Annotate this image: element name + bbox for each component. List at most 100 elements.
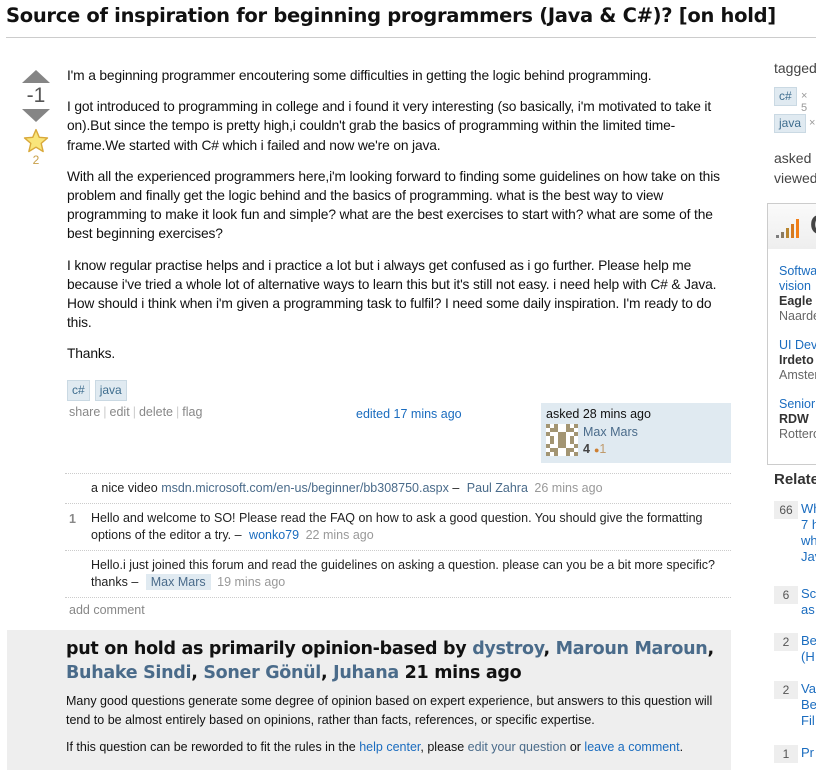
related-count: 2 (774, 633, 798, 651)
on-hold-prefix: put on hold as primarily opinion-based b… (66, 639, 473, 659)
edit-question-link[interactable]: edit your question (468, 740, 567, 754)
question-title[interactable]: Source of inspiration for beginning prog… (6, 4, 776, 27)
related-title-line: 7 h (801, 517, 816, 532)
related-count: 2 (774, 681, 798, 699)
related-title[interactable]: Pr (801, 745, 814, 761)
body-paragraph: I got introduced to programming in colle… (67, 99, 712, 153)
menu-separator: | (132, 405, 136, 419)
body-paragraph: I'm a beginning programmer encoutering s… (67, 68, 652, 83)
reword-text: or (566, 740, 585, 754)
comment-text: Hello and welcome to SO! Please read the… (91, 511, 703, 542)
job-company: Eagle V (779, 294, 816, 308)
related-title[interactable]: Wh 7 h wh Jav (801, 501, 816, 565)
favorite-count: 2 (32, 153, 40, 167)
help-center-link[interactable]: help center (359, 740, 420, 754)
share-link[interactable]: share (69, 405, 100, 419)
sidebar-viewed-label: viewed (774, 170, 816, 186)
edit-link[interactable]: edit (110, 405, 130, 419)
job-listing[interactable]: Softwa vision Eagle V Naarde (779, 264, 816, 324)
job-company: Irdeto (779, 353, 814, 367)
on-hold-reword: If this question can be reworded to fit … (66, 740, 736, 754)
related-heading: Relate (774, 471, 816, 488)
closer-link[interactable]: Soner Gönül (203, 663, 321, 683)
tag-csharp[interactable]: c# (67, 379, 90, 401)
upvote-arrow-icon[interactable] (22, 70, 50, 83)
flag-link[interactable]: flag (182, 405, 202, 419)
job-title[interactable]: Softwa (779, 264, 816, 279)
job-location: Naarde (779, 309, 816, 323)
job-title[interactable]: UI Dev (779, 338, 816, 353)
careers-logo-text: C (810, 209, 816, 241)
job-location: Amster (779, 368, 816, 382)
on-hold-time: 21 mins ago (404, 663, 522, 683)
bronze-badge-count: 1 (599, 442, 607, 456)
sidebar-asked-label: asked (774, 150, 812, 166)
closer-link[interactable]: Maroun Maroun (556, 639, 708, 659)
careers-header: C (768, 204, 816, 249)
reputation-score: 4 (583, 442, 590, 456)
job-company: RDW (779, 412, 809, 426)
related-title[interactable]: Va Be Fil (801, 681, 816, 729)
sidebar-tag-java[interactable]: java (774, 114, 807, 133)
owner-name-link[interactable]: Max Mars (583, 425, 638, 439)
comment: Hello.i just joined this forum and read … (65, 551, 731, 598)
related-title-line: Be (801, 697, 816, 712)
closer-link[interactable]: Juhana (333, 663, 399, 683)
sidebar-tag-multiplier: × (809, 117, 816, 129)
closer-link[interactable]: dystroy (472, 639, 544, 659)
on-hold-heading: put on hold as primarily opinion-based b… (66, 639, 714, 683)
related-title-line: Fil (801, 713, 815, 728)
comment-link[interactable]: msdn.microsoft.com/en-us/beginner/bb3087… (161, 481, 449, 495)
user-avatar[interactable] (546, 424, 578, 456)
vote-cell: -1 2 (20, 70, 52, 166)
comments-list: a nice video msdn.microsoft.com/en-us/be… (65, 473, 731, 598)
comment-user-link[interactable]: Max Mars (145, 574, 211, 590)
edited-link[interactable]: edited 17 mins ago (356, 407, 462, 421)
delete-link[interactable]: delete (139, 405, 173, 419)
job-listing[interactable]: Senior RDW Rottero (779, 397, 816, 442)
related-count: 6 (774, 586, 798, 604)
comment-dash: – (127, 575, 139, 589)
leave-comment-link[interactable]: leave a comment (584, 740, 679, 754)
sidebar-tagged-label: tagged (774, 60, 816, 76)
add-comment-link[interactable]: add comment (69, 603, 145, 617)
comment: a nice video msdn.microsoft.com/en-us/be… (65, 474, 731, 504)
post-menu: share | edit | delete | flag (69, 405, 202, 419)
job-title[interactable]: Senior (779, 397, 816, 412)
reword-text: If this question can be reworded to fit … (66, 740, 360, 754)
body-paragraph: With all the experienced programmers her… (67, 168, 720, 242)
related-title[interactable]: Sc as (801, 586, 816, 618)
comment-score: 1 (69, 512, 76, 526)
body-paragraph: Thanks. (67, 346, 116, 362)
comment-time: 19 mins ago (217, 575, 286, 589)
vote-count: -1 (26, 84, 46, 107)
related-title-line: Sc (801, 586, 816, 601)
job-listing[interactable]: UI Dev Irdeto Amster (779, 338, 816, 383)
related-title-line: Va (801, 681, 816, 696)
careers-logo-icon (776, 219, 799, 238)
related-count: 66 (774, 501, 798, 519)
related-title[interactable]: Be (H (801, 633, 816, 665)
body-paragraph: I know regular practise helps and i prac… (67, 257, 717, 331)
question-body: I'm a beginning programmer encoutering s… (67, 66, 727, 401)
closer-link[interactable]: Buhake Sindi (66, 663, 191, 683)
sidebar-tag-csharp[interactable]: c# (774, 87, 797, 106)
tag-java[interactable]: java (94, 379, 127, 401)
reword-text: . (679, 740, 684, 754)
related-title-line: (H (801, 649, 815, 664)
related-title-line: Pr (801, 745, 814, 760)
title-divider (6, 37, 816, 38)
downvote-arrow-icon[interactable] (22, 109, 50, 122)
favorite-star-icon[interactable] (23, 128, 49, 154)
comment-user-link[interactable]: wonko79 (249, 528, 299, 542)
menu-separator: | (103, 405, 107, 419)
comment-user-link[interactable]: Paul Zahra (467, 481, 528, 495)
on-hold-notice: put on hold as primarily opinion-based b… (7, 630, 731, 770)
comment-time: 22 mins ago (305, 528, 374, 542)
comment-text: a nice video (91, 481, 162, 495)
comment: 1 Hello and welcome to SO! Please read t… (65, 504, 731, 551)
owner-reputation: 4 ●1 (583, 442, 606, 456)
job-title-line2[interactable]: vision (779, 279, 816, 294)
related-count: 1 (774, 745, 798, 763)
related-title-line: Wh (801, 501, 816, 516)
